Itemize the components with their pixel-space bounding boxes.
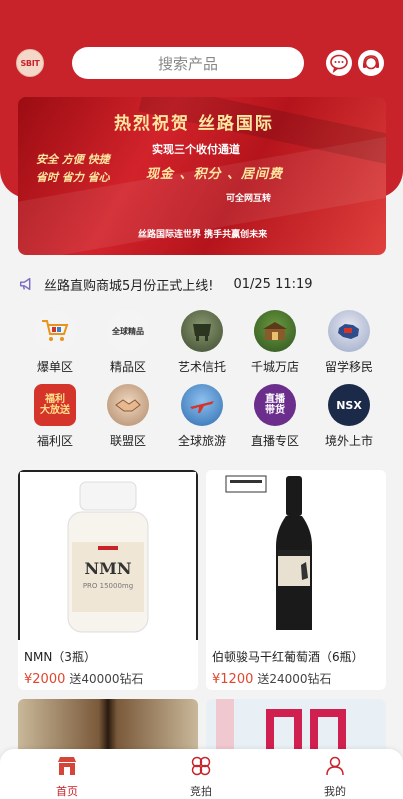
product-card[interactable]: 伯顿骏马干红葡萄酒（6瓶） ¥1200 送24000钻石 [206,470,386,690]
banner-subtitle: 实现三个收付通道 [152,143,240,156]
announcement-bar[interactable]: 丝路直购商城5月份正式上线! 01/25 11:19 [18,272,386,296]
bottle-label-sub: PRO 15000mg [83,582,133,590]
category-label: 福利区 [36,434,73,448]
megaphone-icon [19,277,31,291]
headset-icon [363,55,379,70]
shopping-cart-icon [34,310,76,352]
australia-map-icon [328,310,370,352]
boutique-icon: 全球精品 [107,310,149,352]
product-price: ¥1200 送24000钻石 [212,670,332,687]
chat-bubble-icon [330,54,348,73]
price-value: ¥1200 [212,672,254,687]
category-label: 千城万店 [250,360,299,374]
tab-auction[interactable]: 竞拍 [166,755,236,799]
category-label: 全球旅游 [177,434,226,448]
user-profile-icon [326,756,344,776]
category-item-welfare[interactable]: 福利 大放送 福利区 [21,384,89,449]
category-item-explosive[interactable]: 爆单区 [21,310,89,375]
product-image: NMN PRO 15000mg [18,470,198,640]
promo-banner[interactable]: 热烈祝贺 丝路国际 安全 方便 快捷 省时 省力 省心 实现三个收付通道 现金 … [18,97,386,255]
category-item-boutique[interactable]: 全球精品 精品区 [94,310,162,375]
supplement-bottle-icon: NMN PRO 15000mg [67,481,149,633]
banner-bottom-text: 丝路国际连世界 携手共赢创未来 [138,230,268,240]
price-value: ¥2000 [24,672,66,687]
category-item-study-abroad[interactable]: 留学移民 [315,310,383,375]
top-bar: SBIT 搜索产品 [0,44,403,84]
banner-left-line-1: 安全 方便 快捷 [36,153,110,166]
category-item-alliance[interactable]: 联盟区 [94,384,162,449]
product-price: ¥2000 送40000钻石 [24,670,144,687]
live-stream-icon: 直播 带货 [254,384,296,426]
tab-label: 竞拍 [190,785,212,798]
category-label: 直播专区 [250,434,299,448]
welfare-badge-icon: 福利 大放送 [34,384,76,426]
category-label: 艺术信托 [177,360,226,374]
category-item-overseas-listing[interactable]: NSX 境外上市 [315,384,383,449]
tab-label: 我的 [324,785,346,798]
product-card[interactable]: NMN PRO 15000mg NMN（3瓶） ¥2000 送40000钻石 [18,470,198,690]
handshake-icon [107,384,149,426]
storefront-icon [254,310,296,352]
customer-service-button[interactable] [358,50,384,76]
bonus-diamonds: 送24000钻石 [257,672,332,686]
category-label: 爆单区 [36,360,73,374]
tab-profile[interactable]: 我的 [300,755,370,799]
category-label: 留学移民 [324,360,373,374]
message-button[interactable] [326,50,352,76]
category-label: 联盟区 [109,434,146,448]
category-item-art-trust[interactable]: 艺术信托 [168,310,236,375]
shop-home-icon [58,757,76,775]
bottle-label-title: NMN [85,559,132,578]
category-item-travel[interactable]: 全球旅游 [168,384,236,449]
auction-clover-icon [191,756,211,776]
brand-logo-text: SBIT [20,58,40,68]
announcement-time: 01/25 11:19 [233,276,313,292]
bonus-diamonds: 送40000钻石 [69,672,144,686]
product-name: NMN（3瓶） [24,650,96,664]
art-vessel-icon [181,310,223,352]
nsx-logo-icon: NSX [328,384,370,426]
tab-home[interactable]: 首页 [32,755,102,799]
product-name: 伯顿骏马干红葡萄酒（6瓶） [212,650,364,664]
banner-title: 热烈祝贺 丝路国际 [114,114,274,134]
category-item-city-stores[interactable]: 千城万店 [241,310,309,375]
bottom-tab-bar: 首页 竞拍 我的 [0,749,403,799]
wine-bottle-icon [225,475,312,630]
announcement-text: 丝路直购商城5月份正式上线! [44,278,214,294]
banner-interop-text: 可全网互转 [226,194,272,204]
category-label: 境外上市 [324,434,373,448]
banner-slogan: 现金 、积分 、居间费 [146,167,284,182]
category-label: 精品区 [109,360,146,374]
banner-left-line-2: 省时 省力 省心 [36,171,110,184]
product-image [206,470,386,640]
airplane-icon [181,384,223,426]
search-input[interactable]: 搜索产品 [72,47,304,79]
category-item-live[interactable]: 直播 带货 直播专区 [241,384,309,449]
home-page: SBIT 搜索产品 热烈祝贺 丝路国际 安全 方便 快捷 省时 省力 省心 实现… [0,0,403,799]
brand-logo[interactable]: SBIT [16,49,44,77]
tab-label: 首页 [56,785,78,798]
